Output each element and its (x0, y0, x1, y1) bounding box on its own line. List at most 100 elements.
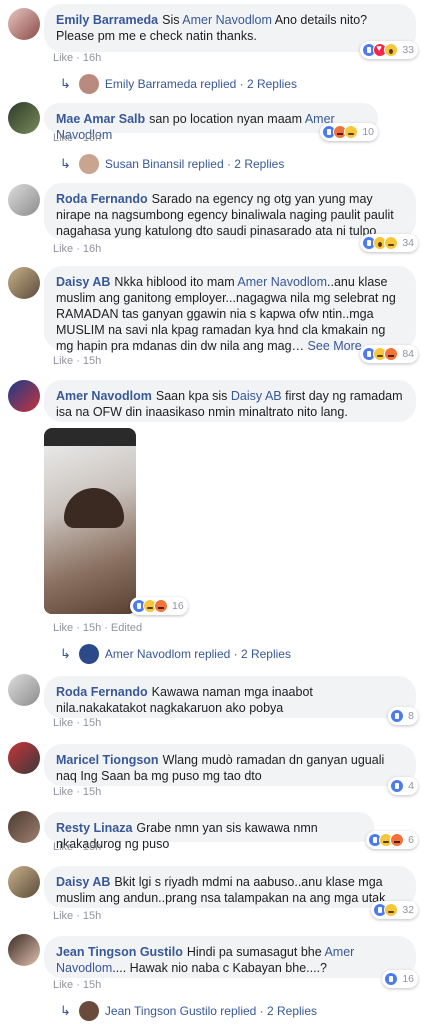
commenter-name[interactable]: Daisy AB (56, 275, 110, 289)
commenter-name[interactable]: Jean Tingson Gustilo (56, 945, 183, 959)
like-icon (390, 779, 405, 793)
comment-meta: Like · 16h (53, 52, 102, 64)
reaction-count: 8 (408, 710, 414, 722)
comment-text: san po location nyan maam (149, 112, 305, 126)
avatar[interactable] (8, 184, 40, 216)
reaction-summary[interactable]: 16 (382, 970, 418, 988)
reaction-summary[interactable]: 6 (366, 831, 418, 849)
like-link[interactable]: Like (53, 786, 73, 798)
video-frame (44, 446, 136, 614)
reaction-summary[interactable]: 34 (360, 234, 418, 252)
timestamp[interactable]: 15h (83, 841, 101, 853)
comment-meta: Like · 15h (53, 355, 102, 367)
commenter-name[interactable]: Amer Navodlom (56, 389, 152, 403)
wow-icon (384, 43, 399, 57)
commenter-name[interactable]: Maricel Tiongson (56, 753, 159, 767)
reaction-count: 6 (408, 834, 414, 846)
comment-text: Nkka hiblood ito mam (114, 275, 238, 289)
mention-link[interactable]: Amer Navodlom (182, 13, 272, 27)
comment-meta: Like · 15h (53, 910, 102, 922)
avatar[interactable] (8, 674, 40, 706)
comment-text: Saan kpa sis (155, 389, 231, 403)
timestamp[interactable]: 15h (83, 910, 101, 922)
reaction-summary[interactable]: 10 (320, 123, 378, 141)
view-replies-link[interactable]: ↳ Susan Binansil replied · 2 Replies (60, 154, 284, 174)
avatar[interactable] (8, 102, 40, 134)
avatar[interactable] (8, 742, 40, 774)
comment-meta: Like · 15h (53, 786, 102, 798)
comment-text: Sis (162, 13, 183, 27)
mention-link[interactable]: Daisy AB (231, 389, 282, 403)
like-link[interactable]: Like (53, 52, 73, 64)
avatar[interactable] (8, 866, 40, 898)
timestamp[interactable]: 15h (83, 622, 101, 634)
commenter-name[interactable]: Emily Barrameda (56, 13, 158, 27)
avatar[interactable] (8, 811, 40, 843)
view-replies-link[interactable]: ↳ Amer Navodlom replied · 2 Replies (60, 644, 291, 664)
attached-video-thumbnail[interactable] (44, 428, 136, 614)
commenter-name[interactable]: Roda Fernando (56, 685, 148, 699)
reaction-count: 4 (408, 780, 414, 792)
reaction-summary[interactable]: 8 (388, 707, 418, 725)
avatar (78, 154, 99, 174)
timestamp[interactable]: 16h (83, 132, 101, 144)
avatar[interactable] (8, 8, 40, 40)
reaction-summary[interactable]: 84 (360, 345, 418, 363)
reaction-count: 84 (402, 348, 414, 360)
like-link[interactable]: Like (53, 910, 73, 922)
reaction-count: 32 (402, 904, 414, 916)
reaction-count: 10 (362, 126, 374, 138)
like-icon (384, 972, 399, 986)
comment-meta: Like · 16h (53, 132, 102, 144)
mention-link[interactable]: Amer Navodlom (237, 275, 327, 289)
timestamp[interactable]: 16h (83, 52, 101, 64)
reaction-summary[interactable]: 33 (360, 41, 418, 59)
comment-meta: Like · 15h · Edited (53, 622, 143, 634)
timestamp[interactable]: 15h (83, 979, 101, 991)
comment-bubble: Roda Fernando Kawawa naman mga inaabot ni… (44, 676, 416, 718)
comment-bubble: Jean Tingson Gustilo Hindi pa sumasagut b… (44, 936, 416, 978)
commenter-name[interactable]: Roda Fernando (56, 192, 148, 206)
commenter-name[interactable]: Mae Amar Salb (56, 112, 145, 126)
like-link[interactable]: Like (53, 243, 73, 255)
angry-icon (154, 599, 168, 613)
avatar[interactable] (8, 380, 40, 412)
comment-text: .... Hawak nio naba c Kabayan bhe....? (112, 961, 328, 975)
comment-bubble: Daisy AB Bkit lgi s riyadh mdmi na aabuso… (44, 866, 416, 908)
reply-arrow-icon: ↳ (60, 646, 71, 661)
replies-text: Emily Barrameda replied · 2 Replies (104, 77, 297, 91)
reply-arrow-icon: ↳ (60, 76, 71, 91)
reaction-count: 16 (172, 600, 184, 612)
reaction-summary[interactable]: 4 (388, 777, 418, 795)
comment-meta: Like · 16h (53, 243, 102, 255)
reaction-summary[interactable]: 16 (130, 597, 188, 615)
timestamp[interactable]: 15h (83, 786, 101, 798)
reaction-count: 16 (402, 973, 414, 985)
comment-bubble: Amer Navodlom Saan kpa sis Daisy AB first… (44, 380, 416, 422)
sad-icon (384, 903, 399, 917)
see-more-link[interactable]: See More (308, 339, 362, 353)
like-link[interactable]: Like (53, 132, 73, 144)
timestamp[interactable]: 15h (83, 717, 101, 729)
view-replies-link[interactable]: ↳ Emily Barrameda replied · 2 Replies (60, 74, 297, 94)
comment-bubble: Maricel Tiongson Wlang mudò ramadan dn ga… (44, 744, 416, 786)
like-link[interactable]: Like (53, 717, 73, 729)
commenter-name[interactable]: Daisy AB (56, 875, 110, 889)
view-replies-link[interactable]: ↳ Jean Tingson Gustilo replied · 2 Replie… (60, 1001, 317, 1021)
like-link[interactable]: Like (53, 355, 73, 367)
timestamp[interactable]: 15h (83, 355, 101, 367)
like-icon (390, 709, 405, 723)
commenter-name[interactable]: Resty Linaza (56, 821, 132, 835)
timestamp[interactable]: 16h (83, 243, 101, 255)
replies-text: Amer Navodlom replied · 2 Replies (104, 647, 291, 661)
like-link[interactable]: Like (53, 841, 73, 853)
replies-text: Jean Tingson Gustilo replied · 2 Replies (104, 1004, 318, 1018)
reaction-summary[interactable]: 32 (371, 901, 418, 919)
reaction-count: 33 (402, 44, 414, 56)
angry-icon (390, 833, 405, 847)
avatar[interactable] (8, 934, 40, 966)
avatar[interactable] (8, 267, 40, 299)
like-link[interactable]: Like (53, 979, 73, 991)
like-link[interactable]: Like (53, 622, 73, 634)
avatar (78, 74, 99, 94)
